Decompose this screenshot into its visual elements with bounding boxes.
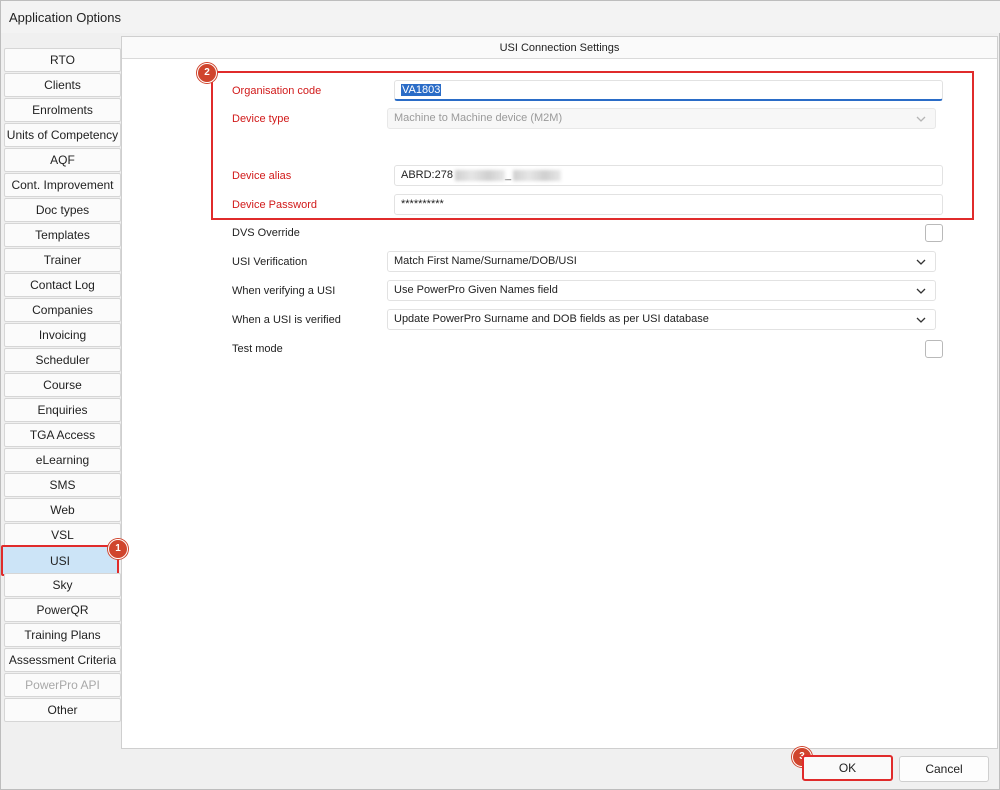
device-type-value: Machine to Machine device (M2M) — [394, 112, 563, 124]
sidebar-item-clients[interactable]: Clients — [4, 73, 121, 97]
chevron-down-icon — [916, 259, 926, 265]
test-mode-label: Test mode — [232, 343, 283, 355]
org-code-value: VA1803 — [401, 84, 442, 96]
sidebar-item-sky[interactable]: Sky — [4, 573, 121, 597]
window-title: Application Options — [9, 10, 122, 25]
sidebar-item-vsl[interactable]: VSL — [4, 523, 121, 547]
device-alias-input[interactable]: ABRD:278 _ — [394, 165, 943, 186]
sidebar-item-other[interactable]: Other — [4, 698, 121, 722]
redacted-blur — [513, 169, 562, 181]
sidebar-item-training-plans[interactable]: Training Plans — [4, 623, 121, 647]
application-options-window: Application Options RTO Clients Enrolments… — [0, 0, 1000, 790]
panel-header: USI Connection Settings — [122, 37, 997, 59]
redacted-blur — [454, 169, 505, 181]
options-sidebar: RTO Clients Enrolments Units of Competency A… — [1, 48, 121, 748]
chevron-down-icon — [916, 317, 926, 323]
sidebar-item-rto[interactable]: RTO — [4, 48, 121, 72]
ok-button[interactable]: OK — [802, 755, 893, 781]
verifying-usi-label: When verifying a USI — [232, 285, 336, 297]
dvs-override-label: DVS Override — [232, 227, 300, 239]
test-mode-checkbox[interactable] — [925, 340, 943, 358]
sidebar-item-cont-improvement[interactable]: Cont. Improvement — [4, 173, 121, 197]
sidebar-item-scheduler[interactable]: Scheduler — [4, 348, 121, 372]
org-code-label: Organisation code — [232, 85, 322, 97]
chevron-down-icon — [916, 288, 926, 294]
sidebar-item-doc-types[interactable]: Doc types — [4, 198, 121, 222]
sidebar-item-web[interactable]: Web — [4, 498, 121, 522]
title-bar: Application Options — [1, 1, 1000, 33]
sidebar-item-tga-access[interactable]: TGA Access — [4, 423, 121, 447]
usi-verified-label: When a USI is verified — [232, 314, 341, 326]
device-alias-label: Device alias — [232, 170, 292, 182]
usi-verification-select[interactable]: Match First Name/Surname/DOB/USI — [387, 251, 936, 272]
sidebar-item-contact-log[interactable]: Contact Log — [4, 273, 121, 297]
device-type-select: Machine to Machine device (M2M) — [387, 108, 936, 129]
sidebar-item-aqf[interactable]: AQF — [4, 148, 121, 172]
annotation-badge-1: 1 — [108, 539, 128, 559]
usi-verified-value: Update PowerPro Surname and DOB fields a… — [394, 313, 709, 325]
sidebar-item-sms[interactable]: SMS — [4, 473, 121, 497]
sidebar-item-templates[interactable]: Templates — [4, 223, 121, 247]
sidebar-item-usi[interactable]: USI — [1, 545, 119, 576]
cancel-button[interactable]: Cancel — [899, 756, 989, 782]
sidebar-item-invoicing[interactable]: Invoicing — [4, 323, 121, 347]
device-password-label: Device Password — [232, 199, 317, 211]
device-password-value: ********** — [401, 198, 444, 210]
sidebar-item-trainer[interactable]: Trainer — [4, 248, 121, 272]
sidebar-item-powerpro-api: PowerPro API — [4, 673, 121, 697]
sidebar-item-companies[interactable]: Companies — [4, 298, 121, 322]
sidebar-item-assessment-criteria[interactable]: Assessment Criteria — [4, 648, 121, 672]
device-alias-value: ABRD:278 — [401, 169, 453, 181]
org-code-input[interactable]: VA1803 — [394, 80, 943, 101]
sidebar-item-powerqr[interactable]: PowerQR — [4, 598, 121, 622]
verifying-usi-select[interactable]: Use PowerPro Given Names field — [387, 280, 936, 301]
usi-verified-select[interactable]: Update PowerPro Surname and DOB fields a… — [387, 309, 936, 330]
annotation-badge-2: 2 — [197, 63, 217, 83]
usi-settings-panel: USI Connection Settings Organisation cod… — [121, 36, 998, 749]
sidebar-item-units-of-competency[interactable]: Units of Competency — [4, 123, 121, 147]
chevron-down-icon — [916, 116, 926, 122]
sidebar-item-elearning[interactable]: eLearning — [4, 448, 121, 472]
verifying-usi-value: Use PowerPro Given Names field — [394, 284, 558, 296]
dvs-override-checkbox[interactable] — [925, 224, 943, 242]
usi-verification-label: USI Verification — [232, 256, 308, 268]
sidebar-item-enquiries[interactable]: Enquiries — [4, 398, 121, 422]
usi-verification-value: Match First Name/Surname/DOB/USI — [394, 255, 577, 267]
sidebar-item-enrolments[interactable]: Enrolments — [4, 98, 121, 122]
device-type-label: Device type — [232, 113, 290, 125]
sidebar-item-course[interactable]: Course — [4, 373, 121, 397]
device-password-input[interactable]: ********** — [394, 194, 943, 215]
